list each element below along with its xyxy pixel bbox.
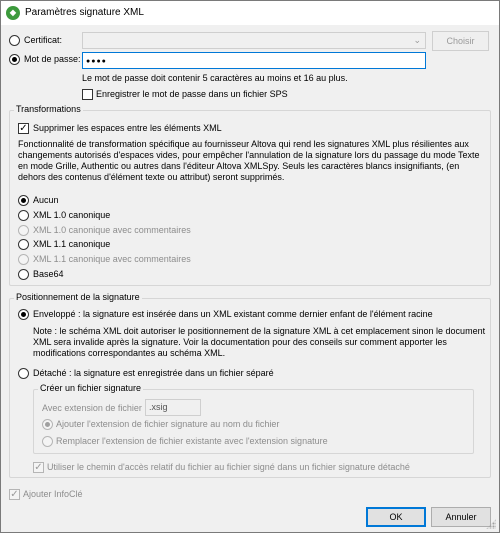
enveloped-radio[interactable] — [18, 309, 29, 320]
title-bar: ◆ Paramètres signature XML — [1, 1, 499, 25]
transformation-label-1: XML 1.0 canonique — [33, 210, 111, 220]
transformations-description: Fonctionnalité de transformation spécifi… — [18, 139, 480, 182]
remove-spaces-label: Supprimer les espaces entre les éléments… — [33, 123, 222, 133]
choose-button[interactable]: Choisir — [432, 31, 489, 51]
detached-radio[interactable] — [18, 368, 29, 379]
enveloped-note: Note : le schéma XML doit autoriser le p… — [33, 326, 486, 358]
add-keyinfo-checkbox[interactable]: ✓ — [9, 489, 20, 500]
replace-extension-label: Remplacer l'extension de fichier existan… — [56, 436, 328, 446]
transformation-label-3: XML 1.1 canonique — [33, 239, 111, 249]
certificate-dropdown[interactable]: ⌄ — [82, 32, 426, 49]
transformation-radio-0[interactable] — [18, 195, 29, 206]
replace-extension-radio[interactable] — [42, 436, 53, 447]
password-field[interactable]: ●●●● — [82, 52, 426, 69]
relative-path-label: Utiliser le chemin d'accès relatif du fi… — [47, 462, 410, 472]
add-keyinfo-label: Ajouter InfoClé — [23, 489, 83, 499]
transformation-radio-4[interactable] — [18, 254, 29, 265]
certificate-label: Certificat: — [24, 35, 63, 45]
chevron-down-icon: ⌄ — [413, 35, 421, 45]
save-in-sps-checkbox[interactable] — [82, 89, 93, 100]
create-file-legend: Créer un fichier signature — [38, 383, 144, 393]
extension-field[interactable]: .xsig — [145, 399, 201, 416]
window-title: Paramètres signature XML — [25, 7, 144, 18]
detached-label: Détaché : la signature est enregistrée d… — [33, 368, 274, 378]
relative-path-checkbox[interactable]: ✓ — [33, 462, 44, 473]
append-extension-label: Ajouter l'extension de fichier signature… — [56, 419, 280, 429]
enveloped-label: Enveloppé : la signature est insérée dan… — [33, 309, 433, 319]
save-in-sps-label: Enregistrer le mot de passe dans un fich… — [96, 89, 288, 99]
positioning-legend: Positionnement de la signature — [14, 292, 142, 302]
transformation-label-4: XML 1.1 canonique avec commentaires — [33, 254, 191, 264]
transformation-label-0: Aucun — [33, 195, 59, 205]
cancel-button[interactable]: Annuler — [431, 507, 491, 527]
password-value: ●●●● — [86, 58, 107, 65]
certificate-radio[interactable] — [9, 35, 20, 46]
ok-button[interactable]: OK — [366, 507, 426, 527]
transformation-radio-2[interactable] — [18, 225, 29, 236]
password-label: Mot de passe: — [24, 54, 81, 64]
append-extension-radio[interactable] — [42, 419, 53, 430]
transformation-radio-1[interactable] — [18, 210, 29, 221]
app-icon: ◆ — [6, 6, 20, 20]
transformation-label-2: XML 1.0 canonique avec commentaires — [33, 225, 191, 235]
password-hint: Le mot de passe doit contenir 5 caractèr… — [82, 73, 348, 83]
transformation-radio-5[interactable] — [18, 269, 29, 280]
transformations-legend: Transformations — [14, 104, 83, 114]
transformation-radio-3[interactable] — [18, 239, 29, 250]
transformation-label-5: Base64 — [33, 269, 64, 279]
password-radio[interactable] — [9, 54, 20, 65]
xml-signature-dialog: ◆ Paramètres signature XML Certificat: ⌄… — [0, 0, 500, 533]
extension-label: Avec extension de fichier — [42, 403, 142, 413]
remove-spaces-checkbox[interactable]: ✓ — [18, 123, 29, 134]
